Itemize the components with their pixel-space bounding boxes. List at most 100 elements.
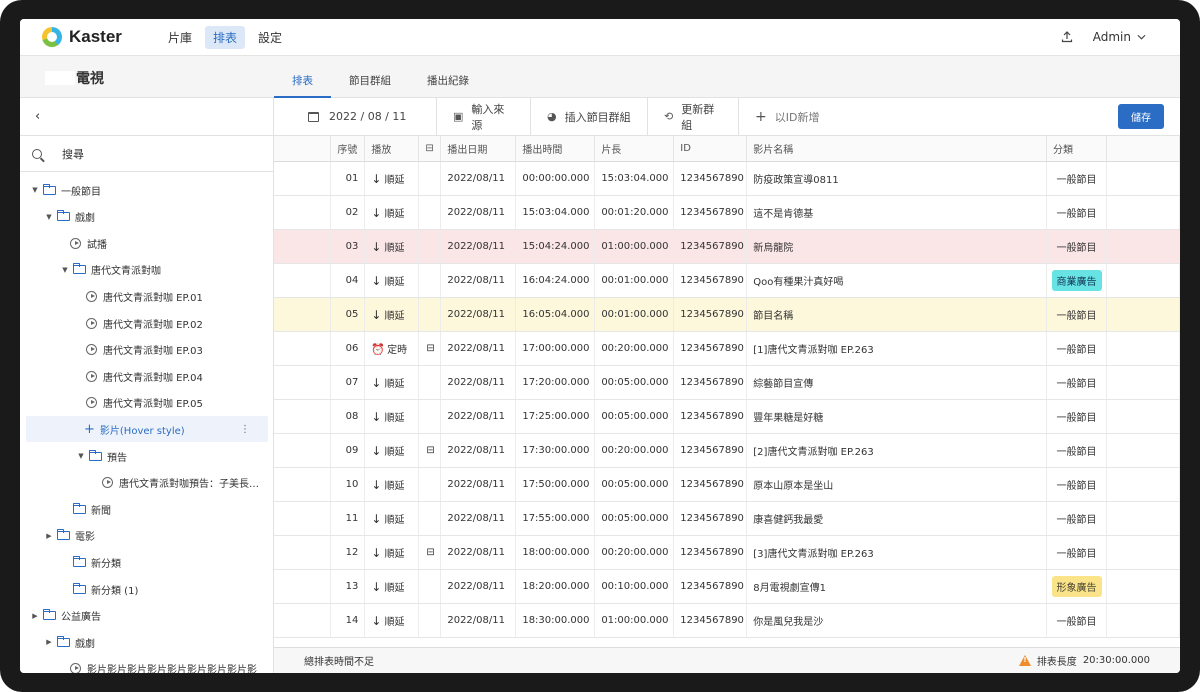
col-no[interactable]: 序號 bbox=[330, 136, 366, 162]
drag-cell[interactable] bbox=[274, 569, 332, 604]
cell-play[interactable]: ↓ 順延 bbox=[364, 569, 420, 604]
drag-cell[interactable] bbox=[274, 603, 332, 638]
tree-folder[interactable]: ▶ 電影 bbox=[44, 523, 264, 549]
tab-program-groups[interactable]: 節目群組 bbox=[331, 56, 409, 98]
table-row[interactable]: 03 ↓ 順延 2022/08/11 15:04:24.000 01:00:00.000 1… bbox=[274, 229, 1180, 264]
drag-cell[interactable] bbox=[274, 229, 332, 264]
more-vert-icon[interactable]: ⋮ bbox=[240, 424, 250, 435]
table-row[interactable]: 01 ↓ 順延 2022/08/11 00:00:00.000 15:03:04.000 1… bbox=[274, 161, 1180, 196]
drag-cell[interactable] bbox=[274, 501, 332, 536]
add-by-id-button[interactable]: + 以ID新增 bbox=[739, 98, 835, 136]
drag-cell[interactable] bbox=[274, 365, 332, 400]
upload-icon[interactable] bbox=[1061, 31, 1073, 43]
cell-play[interactable]: ↓ 順延 bbox=[364, 501, 420, 536]
cell-play[interactable]: ↓ 順延 bbox=[364, 229, 420, 264]
table-row[interactable]: 02 ↓ 順延 2022/08/11 15:03:04.000 00:01:20.000 1… bbox=[274, 195, 1180, 230]
nav-settings[interactable]: 設定 bbox=[250, 26, 290, 49]
drag-cell[interactable] bbox=[274, 399, 332, 434]
tab-schedule[interactable]: 排表 bbox=[274, 56, 331, 98]
user-menu[interactable]: Admin bbox=[1093, 30, 1131, 44]
cell-id: 1234567890 bbox=[673, 501, 748, 536]
col-play[interactable]: 播放 bbox=[364, 136, 420, 162]
tree-video[interactable]: 唐代文青派對咖 EP.05 bbox=[76, 390, 264, 416]
col-name[interactable]: 影片名稱 bbox=[746, 136, 1048, 162]
drag-cell[interactable] bbox=[274, 263, 332, 298]
drag-cell[interactable] bbox=[274, 433, 332, 468]
tree-folder[interactable]: 新分類 (1) bbox=[60, 576, 264, 602]
drag-cell[interactable] bbox=[274, 297, 332, 332]
table-row[interactable]: 04 ↓ 順延 2022/08/11 16:04:24.000 00:01:00.000 1… bbox=[274, 263, 1180, 298]
table-row[interactable]: 07 ↓ 順延 2022/08/11 17:20:00.000 00:05:00.000 1… bbox=[274, 365, 1180, 400]
drag-cell[interactable] bbox=[274, 535, 332, 570]
table-row[interactable]: 05 ↓ 順延 2022/08/11 16:05:04.000 00:01:00.000 1… bbox=[274, 297, 1180, 332]
channel-logo-placeholder bbox=[45, 71, 75, 85]
drag-cell[interactable] bbox=[274, 195, 332, 230]
caret-right-icon[interactable]: ▶ bbox=[44, 532, 54, 540]
tree-video[interactable]: 唐代文青派對咖 EP.01 bbox=[76, 283, 264, 309]
col-time[interactable]: 播出時間 bbox=[515, 136, 596, 162]
cell-play[interactable]: ↓ 順延 bbox=[364, 161, 420, 196]
tree-folder[interactable]: 新分類 bbox=[60, 549, 264, 575]
caret-right-icon[interactable]: ▶ bbox=[30, 612, 40, 620]
chevron-down-icon[interactable] bbox=[1137, 34, 1146, 40]
cell-play[interactable]: ↓ 順延 bbox=[364, 535, 420, 570]
caret-down-icon[interactable]: ▼ bbox=[76, 452, 86, 460]
cell-play[interactable]: ⏰ 定時 bbox=[364, 331, 420, 366]
cell-play[interactable]: ↓ 順延 bbox=[364, 603, 420, 638]
insert-group-button[interactable]: ◕ 插入節目群組 bbox=[531, 97, 648, 136]
tab-broadcast-log[interactable]: 播出紀錄 bbox=[409, 56, 487, 98]
cell-time: 18:20:00.000 bbox=[515, 569, 596, 604]
col-duration[interactable]: 片長 bbox=[594, 136, 675, 162]
cell-play[interactable]: ↓ 順延 bbox=[364, 195, 420, 230]
drag-cell[interactable] bbox=[274, 331, 332, 366]
nav-schedule[interactable]: 排表 bbox=[205, 25, 246, 49]
tree-folder[interactable]: ▼ 戲劇 bbox=[44, 204, 264, 230]
tree-folder[interactable]: 新聞 bbox=[60, 496, 264, 522]
caret-down-icon[interactable]: ▼ bbox=[60, 266, 70, 274]
table-row[interactable]: 10 ↓ 順延 2022/08/11 17:50:00.000 00:05:00.000 1… bbox=[274, 467, 1180, 502]
table-row[interactable]: 09 ↓ 順延 ⊟ 2022/08/11 17:30:00.000 00:20:00.000… bbox=[274, 433, 1180, 468]
cell-name: [2]唐代文青派對咖 EP.263 bbox=[746, 433, 1048, 468]
caret-down-icon[interactable]: ▼ bbox=[44, 213, 54, 221]
nav-library[interactable]: 片庫 bbox=[160, 26, 200, 49]
tree-video[interactable]: 影片影片影片影片影片影片影片影片影 bbox=[60, 656, 264, 673]
caret-down-icon[interactable]: ▼ bbox=[30, 186, 40, 194]
table-row[interactable]: 11 ↓ 順延 2022/08/11 17:55:00.000 00:05:00.000 1… bbox=[274, 501, 1180, 536]
tree-video[interactable]: 唐代文青派對咖 EP.03 bbox=[76, 337, 264, 363]
table-row[interactable]: 06 ⏰ 定時 ⊟ 2022/08/11 17:00:00.000 00:20:00.000… bbox=[274, 331, 1180, 366]
cell-play[interactable]: ↓ 順延 bbox=[364, 467, 420, 502]
tree-video[interactable]: 唐代文青派對咖預告：子美長… bbox=[92, 470, 264, 496]
tree-video[interactable]: 唐代文青派對咖 EP.02 bbox=[76, 310, 264, 336]
update-group-button[interactable]: ⟲ 更新群組 bbox=[648, 97, 739, 136]
table-row[interactable]: 14 ↓ 順延 2022/08/11 18:30:00.000 01:00:00.000 1… bbox=[274, 603, 1180, 638]
cell-play[interactable]: ↓ 順延 bbox=[364, 433, 420, 468]
collapse-sidebar-button[interactable]: ‹ bbox=[20, 98, 273, 136]
cell-play[interactable]: ↓ 順延 bbox=[364, 365, 420, 400]
cell-category: 一般節目 bbox=[1046, 297, 1108, 332]
drag-cell[interactable] bbox=[274, 467, 332, 502]
logo[interactable]: Kaster bbox=[42, 27, 160, 47]
col-date[interactable]: 播出日期 bbox=[440, 136, 517, 162]
tree-video[interactable]: 試播 bbox=[60, 230, 264, 256]
tree-folder[interactable]: ▶ 戲劇 bbox=[44, 629, 264, 655]
tree-add-video[interactable]: + 影片(Hover style) ⋮ bbox=[76, 416, 264, 442]
col-category[interactable]: 分類 bbox=[1046, 136, 1108, 162]
table-row[interactable]: 13 ↓ 順延 2022/08/11 18:20:00.000 00:10:00.000 1… bbox=[274, 569, 1180, 604]
tree-folder[interactable]: ▼ 預告 bbox=[76, 443, 264, 469]
save-button[interactable]: 儲存 bbox=[1118, 104, 1164, 129]
date-picker[interactable]: 2022 / 08 / 11 bbox=[274, 97, 437, 136]
drag-cell[interactable] bbox=[274, 161, 332, 196]
table-row[interactable]: 12 ↓ 順延 ⊟ 2022/08/11 18:00:00.000 00:20:00.000… bbox=[274, 535, 1180, 570]
caret-right-icon[interactable]: ▶ bbox=[44, 638, 54, 646]
tree-folder[interactable]: ▼ 唐代文青派對咖 bbox=[60, 257, 264, 283]
tree-folder[interactable]: ▶ 公益廣告 bbox=[30, 603, 264, 629]
import-source-button[interactable]: ▣ 輸入來源 bbox=[437, 97, 531, 136]
cell-play[interactable]: ↓ 順延 bbox=[364, 263, 420, 298]
cell-play[interactable]: ↓ 順延 bbox=[364, 297, 420, 332]
cell-play[interactable]: ↓ 順延 bbox=[364, 399, 420, 434]
table-row[interactable]: 08 ↓ 順延 2022/08/11 17:25:00.000 00:05:00.000 1… bbox=[274, 399, 1180, 434]
col-id[interactable]: ID bbox=[673, 136, 748, 162]
sidebar-search[interactable]: 搜尋 bbox=[20, 136, 273, 172]
tree-folder[interactable]: ▼ 一般節目 bbox=[30, 177, 264, 203]
tree-video[interactable]: 唐代文青派對咖 EP.04 bbox=[76, 363, 264, 389]
